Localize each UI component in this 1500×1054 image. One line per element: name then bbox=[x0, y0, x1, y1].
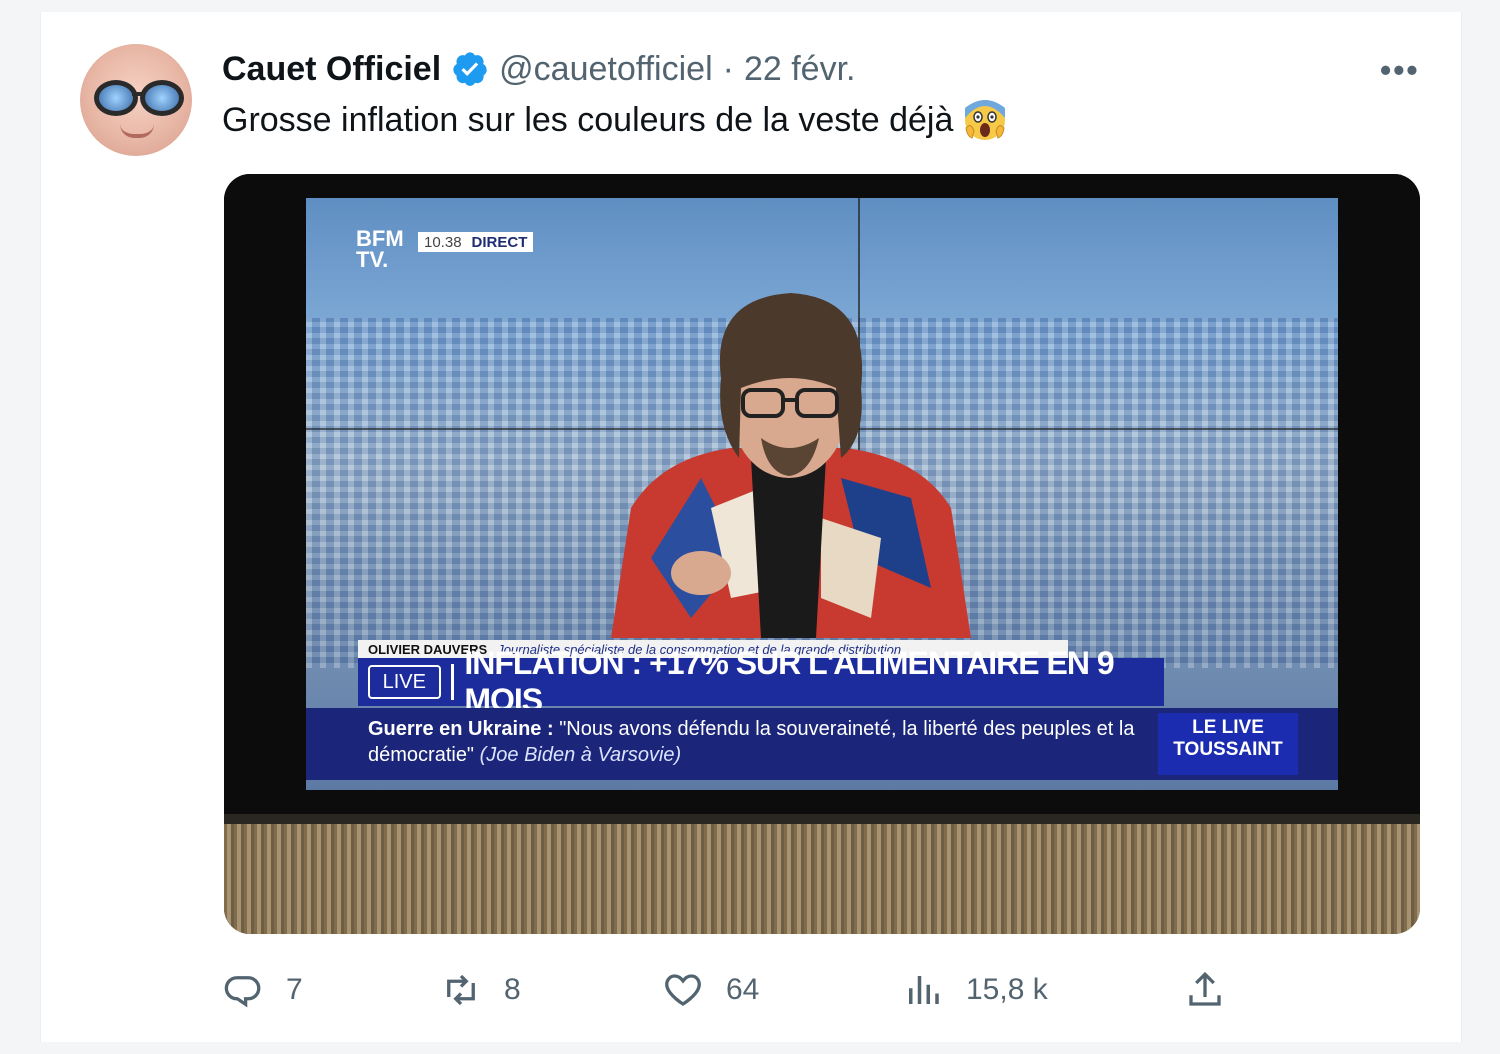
avatar-glasses-right bbox=[140, 80, 184, 116]
tweet-date[interactable]: 22 févr. bbox=[744, 50, 856, 89]
bfmtv-logo: BFM TV. bbox=[356, 226, 404, 272]
views-count: 15,8 k bbox=[966, 973, 1048, 1006]
tweet-header: Cauet Officiel @cauetofficiel · 22 févr. bbox=[222, 46, 855, 92]
guest-figure bbox=[611, 293, 971, 638]
views-button[interactable]: 15,8 k bbox=[902, 966, 1048, 1014]
tweet-body: Grosse inflation sur les couleurs de la … bbox=[222, 100, 954, 139]
share-icon bbox=[1189, 971, 1221, 1006]
share-button[interactable] bbox=[1184, 966, 1226, 1014]
avatar-glasses-left bbox=[94, 80, 138, 116]
tweet-actions: 7 8 64 15,8 k bbox=[222, 966, 1232, 1014]
tv-screen: BFM TV. 10.38 DIRECT OLIVIER DAUVERS Jou… bbox=[306, 198, 1338, 790]
retweet-count: 8 bbox=[504, 973, 521, 1006]
retweet-button[interactable]: 8 bbox=[440, 966, 521, 1014]
reply-button[interactable]: 7 bbox=[222, 966, 303, 1014]
face-screaming-in-fear-icon bbox=[965, 100, 1006, 140]
reply-count: 7 bbox=[286, 973, 303, 1006]
headline-band: LIVE INFLATION : +17% SUR L'ALIMENTAIRE … bbox=[358, 645, 1164, 718]
ticker-source: (Joe Biden à Varsovie) bbox=[479, 744, 682, 766]
author-handle[interactable]: @cauetofficiel bbox=[499, 50, 712, 89]
phone-frame: BFM TV. 10.38 DIRECT OLIVIER DAUVERS Jou… bbox=[224, 174, 1420, 814]
like-count: 64 bbox=[726, 973, 760, 1006]
direct-label: DIRECT bbox=[471, 233, 528, 251]
show-name-badge: LE LIVE TOUSSAINT bbox=[1158, 713, 1298, 775]
live-badge: LIVE bbox=[368, 665, 441, 699]
avatar[interactable] bbox=[80, 44, 192, 156]
headline-divider bbox=[450, 664, 455, 700]
author-name[interactable]: Cauet Officiel bbox=[222, 50, 441, 89]
avatar-mouth bbox=[120, 124, 154, 138]
tweet-text: Grosse inflation sur les couleurs de la … bbox=[222, 98, 1007, 142]
tweet-media-photo[interactable]: BFM TV. 10.38 DIRECT OLIVIER DAUVERS Jou… bbox=[224, 174, 1420, 934]
broadcast-time: 10.38 bbox=[424, 233, 462, 251]
more-options-icon[interactable]: ••• bbox=[1380, 52, 1420, 89]
ticker-topic: Guerre en Ukraine : bbox=[368, 718, 554, 740]
like-button[interactable]: 64 bbox=[662, 966, 759, 1014]
ticker-text: Guerre en Ukraine : "Nous avons défendu … bbox=[368, 716, 1158, 768]
header-separator: · bbox=[722, 49, 734, 88]
reply-icon bbox=[224, 976, 261, 1008]
carpet-surface bbox=[224, 824, 1420, 934]
heart-icon bbox=[665, 974, 701, 1006]
time-badge: 10.38 DIRECT bbox=[418, 232, 534, 252]
views-chart-icon bbox=[909, 976, 939, 1004]
retweet-icon bbox=[447, 974, 475, 1006]
verified-badge-icon bbox=[453, 52, 487, 86]
